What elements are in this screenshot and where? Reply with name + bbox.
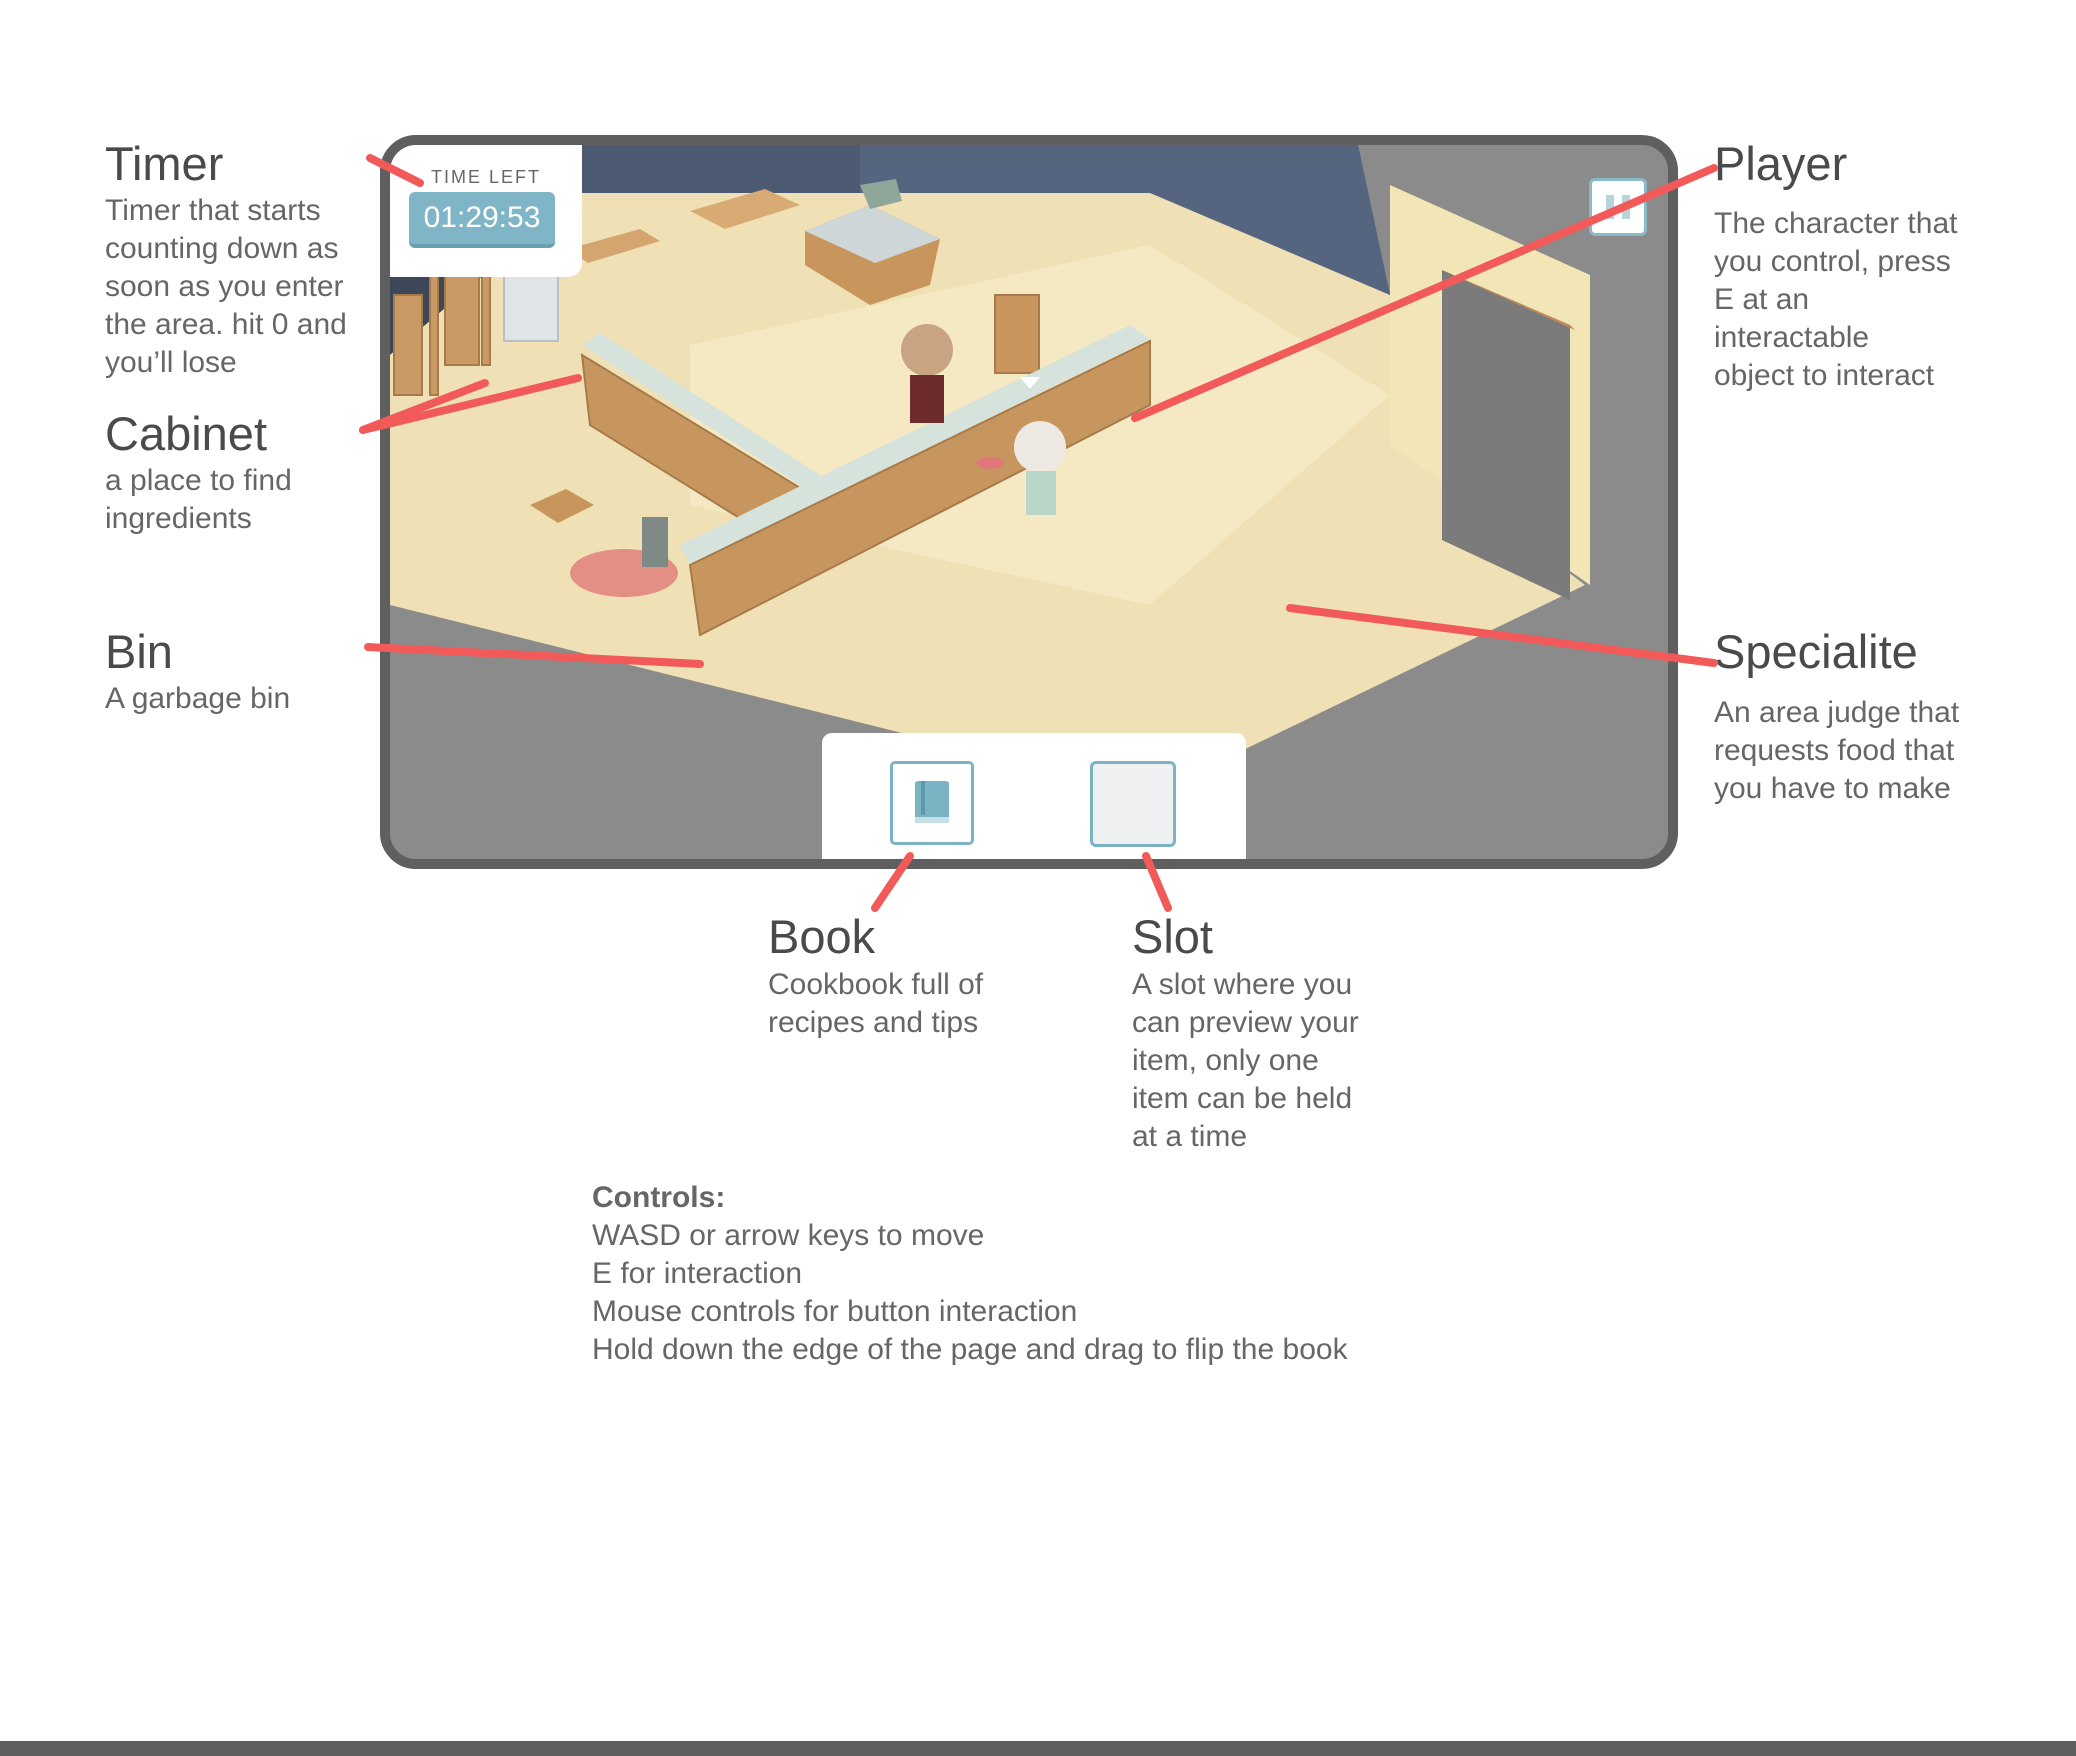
desc-line: requests food that [1714, 734, 1955, 767]
controls-title: Controls: [592, 1181, 726, 1214]
item-slot[interactable] [1090, 761, 1176, 847]
desc-line: a place to find [105, 464, 292, 497]
desc-line: item can be held [1132, 1082, 1353, 1115]
game-screen: TIME LEFT 01:29:53 [380, 135, 1678, 869]
book-button[interactable] [890, 761, 974, 845]
controls-line: WASD or arrow keys to move [592, 1219, 985, 1252]
desc-line: soon as you enter [105, 270, 344, 303]
book-annotation-title: Book [768, 910, 876, 963]
specialite-annotation-title: Specialite [1714, 625, 1918, 678]
slot-annotation-title: Slot [1132, 910, 1213, 963]
slot-annotation-desc: A slot where you can preview your item, … [1132, 966, 1359, 1156]
book-annotation-desc: Cookbook full of recipes and tips [768, 966, 983, 1042]
desc-line: interactable [1714, 321, 1870, 354]
desc-line: The character that [1714, 207, 1958, 240]
garbage-bin [642, 517, 668, 567]
desc-line: ingredients [105, 502, 252, 535]
bin-annotation-title: Bin [105, 625, 173, 678]
timer-annotation-title: Timer [105, 137, 224, 190]
bottom-bar [0, 1741, 2076, 1756]
book-icon [915, 781, 949, 823]
desc-line: you have to make [1714, 772, 1951, 805]
desc-line: E at an [1714, 283, 1810, 316]
controls-line: E for interaction [592, 1257, 803, 1290]
desc-line: you’ll lose [105, 346, 237, 379]
timer-panel: TIME LEFT 01:29:53 [390, 145, 582, 277]
controls-text: Controls: WASD or arrow keys to move E f… [592, 1179, 1348, 1369]
desc-line: can preview your [1132, 1006, 1359, 1039]
cabinet-annotation-desc: a place to find ingredients [105, 462, 292, 538]
desc-line: A slot where you [1132, 968, 1353, 1001]
bin-annotation-desc: A garbage bin [105, 680, 290, 718]
timer-annotation-desc: Timer that starts counting down as soon … [105, 192, 347, 382]
stool [976, 457, 1004, 469]
timer-label: TIME LEFT [430, 167, 541, 187]
desc-line: at a time [1132, 1120, 1248, 1153]
pause-icon [1622, 195, 1630, 219]
tall-cabinet [994, 294, 1040, 374]
hotbar [822, 733, 1246, 859]
pause-icon [1606, 195, 1614, 219]
desc-line: recipes and tips [768, 1006, 979, 1039]
desc-line: you control, press [1714, 245, 1951, 278]
pause-button[interactable] [1589, 178, 1647, 236]
controls-line: Hold down the edge of the page and drag … [592, 1333, 1348, 1366]
desc-line: object to interact [1714, 359, 1935, 392]
controls-line: Mouse controls for button interaction [592, 1295, 1078, 1328]
cabinet-annotation-title: Cabinet [105, 407, 267, 460]
player-annotation-desc: The character that you control, press E … [1714, 205, 1957, 395]
desc-line: counting down as [105, 232, 339, 265]
desc-line: An area judge that [1714, 696, 1960, 729]
desc-line: Cookbook full of [768, 968, 984, 1001]
desc-line: item, only one [1132, 1044, 1319, 1077]
specialite-annotation-desc: An area judge that requests food that yo… [1714, 694, 1959, 808]
desc-line: A garbage bin [105, 682, 291, 715]
player-annotation-title: Player [1714, 137, 1848, 190]
timer-value: 01:29:53 [409, 192, 555, 248]
desc-line: the area. hit 0 and [105, 308, 347, 341]
desc-line: Timer that starts [105, 194, 321, 227]
